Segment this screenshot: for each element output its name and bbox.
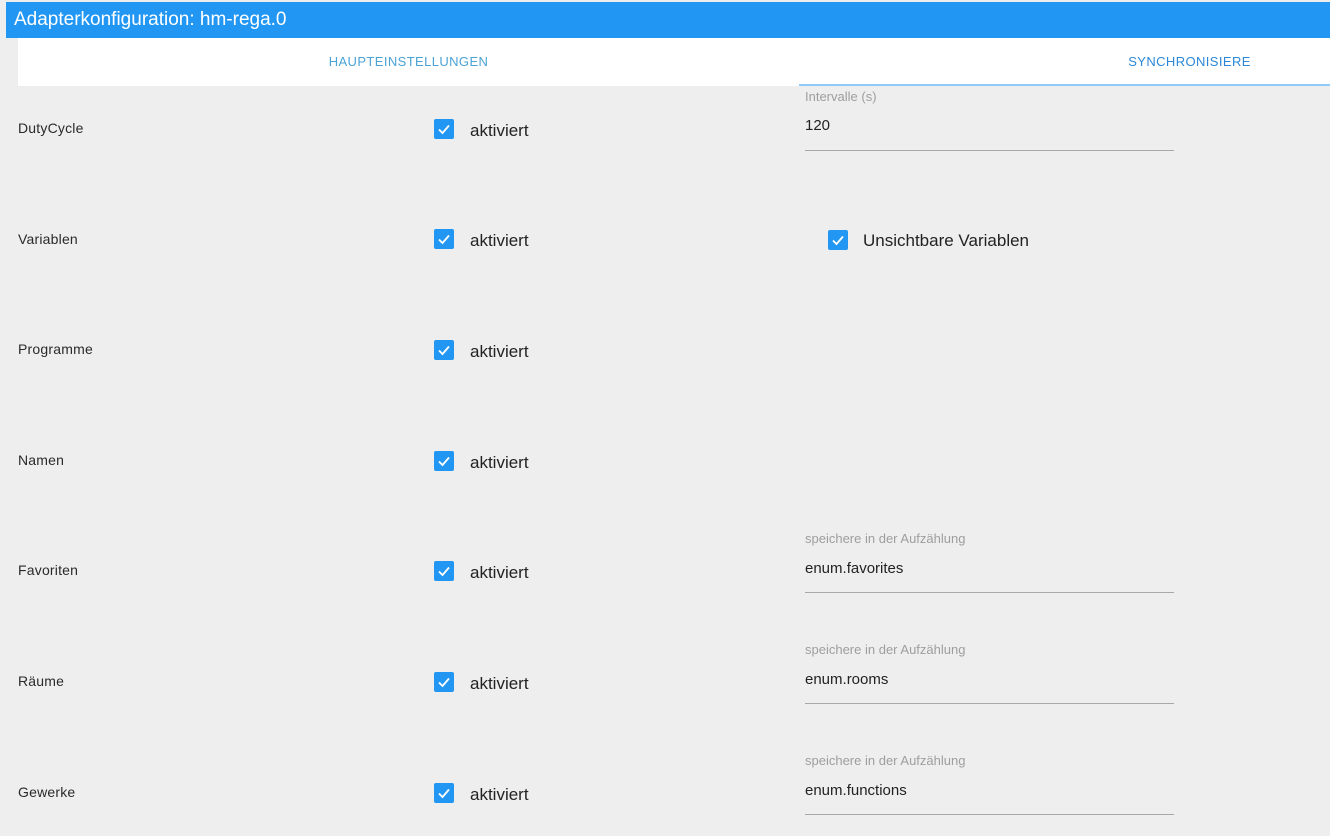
invisible-variables-label: Unsichtbare Variablen	[863, 231, 1029, 250]
row-dutycycle: DutyCycle aktiviert Intervalle (s)	[0, 86, 1330, 196]
favorites-enum-input[interactable]	[805, 560, 1174, 577]
check-icon	[438, 677, 450, 688]
namen-checkbox[interactable]	[434, 451, 454, 471]
row-label: Variablen	[18, 231, 78, 247]
field-underline	[805, 150, 1174, 151]
field-hint: Intervalle (s)	[805, 89, 877, 104]
checkbox-label: aktiviert	[470, 231, 529, 250]
tab-synchronisiere[interactable]: SYNCHRONISIERE	[799, 38, 1330, 86]
rooms-enum-input[interactable]	[805, 671, 1174, 688]
row-raeume: Räume aktiviert speichere in der Aufzähl…	[0, 639, 1330, 749]
field-underline	[805, 703, 1174, 704]
row-namen: Namen aktiviert	[0, 418, 1330, 528]
dutycycle-checkbox[interactable]	[434, 119, 454, 139]
check-icon	[438, 788, 450, 799]
favoriten-checkbox[interactable]	[434, 561, 454, 581]
check-icon	[438, 456, 450, 467]
checkbox-label: aktiviert	[470, 563, 529, 582]
row-label: Programme	[18, 341, 93, 357]
row-label: Favoriten	[18, 562, 79, 578]
row-label: Gewerke	[18, 784, 76, 800]
row-label: DutyCycle	[18, 120, 84, 136]
row-label: Namen	[18, 452, 65, 468]
row-programme: Programme aktiviert	[0, 307, 1330, 417]
raeume-checkbox[interactable]	[434, 672, 454, 692]
checkbox-label: aktiviert	[470, 342, 529, 361]
check-icon	[438, 566, 450, 577]
field-hint: speichere in der Aufzählung	[805, 531, 966, 546]
functions-enum-input[interactable]	[805, 782, 1174, 799]
checkbox-label: aktiviert	[470, 121, 529, 140]
tab-bar: HAUPTEINSTELLUNGEN SYNCHRONISIERE	[18, 38, 1330, 86]
window-title: Adapterkonfiguration: hm-rega.0	[6, 2, 1330, 38]
row-gewerke: Gewerke aktiviert speichere in der Aufzä…	[0, 750, 1330, 836]
check-icon	[438, 124, 450, 135]
checkbox-label: aktiviert	[470, 453, 529, 472]
row-variablen: Variablen aktiviert Unsichtbare Variable…	[0, 196, 1330, 306]
variablen-checkbox[interactable]	[434, 229, 454, 249]
interval-input[interactable]	[805, 117, 1174, 134]
tab-haupteinstellungen[interactable]: HAUPTEINSTELLUNGEN	[18, 38, 799, 86]
check-icon	[438, 345, 450, 356]
invisible-variables-checkbox[interactable]	[828, 230, 848, 250]
programme-checkbox[interactable]	[434, 340, 454, 360]
row-favoriten: Favoriten aktiviert speichere in der Auf…	[0, 528, 1330, 638]
row-label: Räume	[18, 673, 65, 689]
field-hint: speichere in der Aufzählung	[805, 642, 966, 657]
gewerke-checkbox[interactable]	[434, 783, 454, 803]
check-icon	[438, 234, 450, 245]
field-underline	[805, 814, 1174, 815]
checkbox-label: aktiviert	[470, 785, 529, 804]
checkbox-label: aktiviert	[470, 674, 529, 693]
adapter-config-page: Adapterkonfiguration: hm-rega.0 HAUPTEIN…	[0, 0, 1330, 836]
check-icon	[832, 235, 844, 246]
field-hint: speichere in der Aufzählung	[805, 753, 966, 768]
field-underline	[805, 592, 1174, 593]
